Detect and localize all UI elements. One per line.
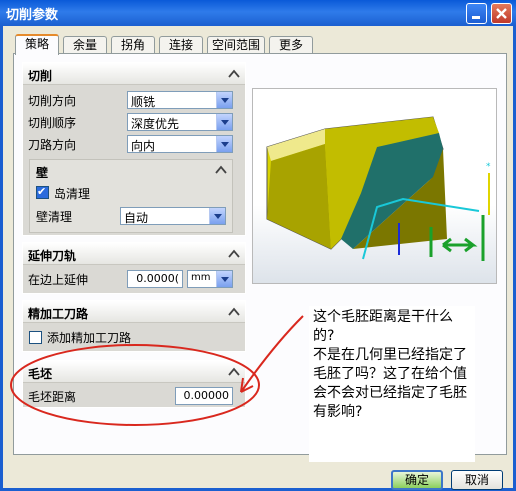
svg-text:*: * bbox=[486, 162, 491, 172]
add-finish-checkbox[interactable] bbox=[29, 331, 42, 344]
unit-value: mm bbox=[191, 272, 211, 283]
unit-select[interactable]: mm bbox=[187, 270, 233, 288]
finish-group-title: 精加工刀路 bbox=[28, 307, 89, 321]
blank-group-header[interactable]: 毛坯 bbox=[23, 361, 245, 383]
strategy-preview-image: * bbox=[252, 88, 497, 284]
pattern-direction-select[interactable]: 向内 bbox=[127, 135, 233, 153]
cutting-group: 切削 切削方向 顺铣 切削顺序 深度优先 刀路方向 向内 壁 ✔ 岛清理 壁清理… bbox=[22, 62, 246, 236]
pattern-direction-value: 向内 bbox=[131, 139, 156, 153]
extend-group: 延伸刀轨 在边上延伸 0.0000( mm bbox=[22, 242, 246, 294]
annotation-text: 这个毛胚距离是干什么的? 不是在几何里已经指定了毛胚了吗？这了在给个值会不会对已… bbox=[313, 309, 467, 420]
extend-group-header[interactable]: 延伸刀轨 bbox=[23, 243, 245, 265]
ok-button[interactable]: 确定 bbox=[391, 470, 443, 490]
chevron-down-icon[interactable] bbox=[216, 136, 232, 152]
tab-connections[interactable]: 连接 bbox=[159, 36, 203, 54]
blank-distance-label: 毛坯距离 bbox=[28, 390, 77, 404]
minimize-button[interactable] bbox=[466, 3, 487, 24]
collapse-icon[interactable] bbox=[214, 163, 228, 177]
tab-corners[interactable]: 拐角 bbox=[111, 36, 155, 54]
chevron-down-icon[interactable] bbox=[216, 114, 232, 130]
tab-containment[interactable]: 空间范围 bbox=[207, 36, 265, 54]
cutting-group-title: 切削 bbox=[28, 69, 53, 83]
tab-more[interactable]: 更多 bbox=[269, 36, 313, 54]
cut-order-value: 深度优先 bbox=[131, 117, 180, 131]
pattern-direction-label: 刀路方向 bbox=[28, 138, 77, 152]
wall-subgroup: 壁 岛清理 壁清理 自动 bbox=[29, 159, 233, 233]
add-finish-label: 添加精加工刀路 bbox=[47, 331, 132, 345]
island-cleanup-label: 岛清理 bbox=[54, 187, 91, 201]
wall-cleanup-value: 自动 bbox=[124, 211, 149, 225]
chevron-down-icon[interactable] bbox=[216, 92, 232, 108]
cut-direction-label: 切削方向 bbox=[28, 94, 77, 108]
tab-stock[interactable]: 余量 bbox=[63, 36, 107, 54]
extend-group-title: 延伸刀轨 bbox=[28, 249, 77, 263]
close-icon bbox=[492, 4, 511, 23]
title-bar: 切削参数 bbox=[0, 0, 516, 26]
minimize-icon bbox=[467, 4, 486, 23]
collapse-icon[interactable] bbox=[227, 247, 241, 261]
cutting-group-header[interactable]: 切削 bbox=[23, 63, 245, 85]
blank-distance-input[interactable]: 0.00000 bbox=[175, 387, 233, 405]
dialog-body: 策略 余量 拐角 连接 空间范围 更多 切削 切削方向 顺铣 切削顺序 深度优先… bbox=[0, 26, 516, 491]
chevron-down-icon[interactable] bbox=[216, 271, 232, 287]
cut-direction-select[interactable]: 顺铣 bbox=[127, 91, 233, 109]
cut-order-select[interactable]: 深度优先 bbox=[127, 113, 233, 131]
collapse-icon[interactable] bbox=[227, 305, 241, 319]
wall-subgroup-title: 壁 bbox=[36, 166, 49, 180]
collapse-icon[interactable] bbox=[227, 67, 241, 81]
close-button[interactable] bbox=[491, 3, 512, 24]
edge-extend-label: 在边上延伸 bbox=[28, 273, 89, 287]
island-cleanup-checkbox[interactable] bbox=[36, 185, 49, 199]
annotation-note: 这个毛胚距离是干什么的? 不是在几何里已经指定了毛胚了吗？这了在给个值会不会对已… bbox=[309, 306, 475, 462]
finish-group-header[interactable]: 精加工刀路 bbox=[23, 301, 245, 323]
chevron-down-icon[interactable] bbox=[209, 208, 225, 224]
tab-strategy[interactable]: 策略 bbox=[15, 34, 59, 55]
wall-cleanup-select[interactable]: 自动 bbox=[120, 207, 226, 225]
cut-direction-value: 顺铣 bbox=[131, 95, 156, 109]
wall-cleanup-label: 壁清理 bbox=[36, 210, 73, 224]
finish-group: 精加工刀路 添加精加工刀路 bbox=[22, 300, 246, 352]
blank-group: 毛坯 毛坯距离 0.00000 bbox=[22, 360, 246, 408]
blank-group-title: 毛坯 bbox=[28, 367, 53, 381]
cut-order-label: 切削顺序 bbox=[28, 116, 77, 130]
window-title: 切削参数 bbox=[6, 8, 59, 23]
collapse-icon[interactable] bbox=[227, 365, 241, 379]
cancel-button[interactable]: 取消 bbox=[451, 470, 503, 490]
edge-extend-input[interactable]: 0.0000( bbox=[127, 270, 183, 288]
